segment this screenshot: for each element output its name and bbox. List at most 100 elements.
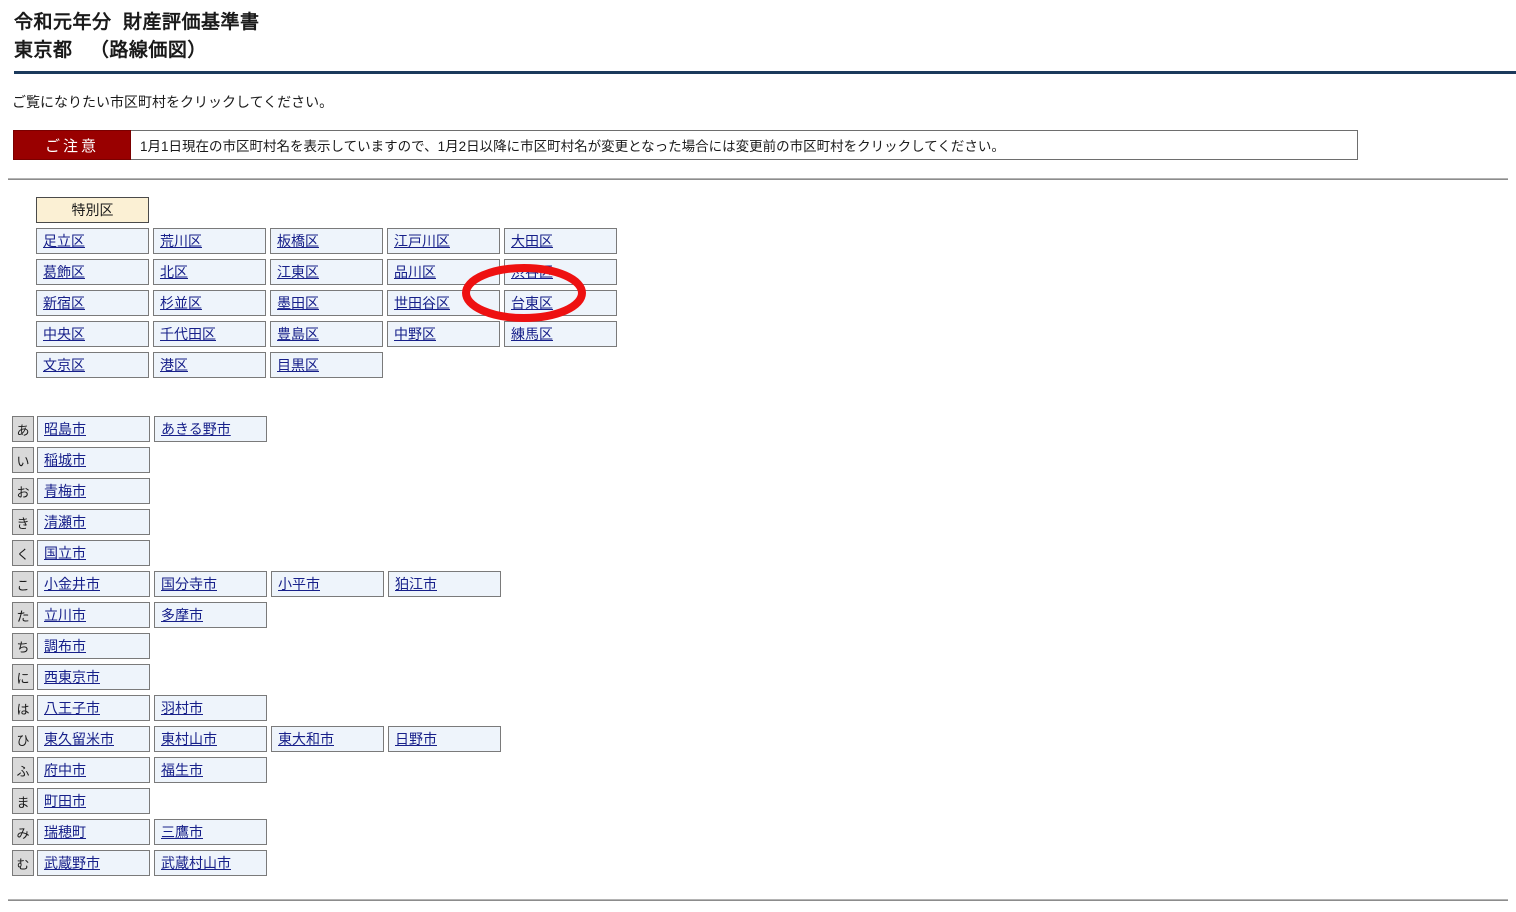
city-cell[interactable]: あきる野市 xyxy=(154,416,267,442)
ward-link-新宿区[interactable]: 新宿区 xyxy=(43,296,85,310)
city-cell[interactable]: 三鷹市 xyxy=(154,819,267,845)
city-cell[interactable]: 国立市 xyxy=(37,540,150,566)
ward-cell[interactable]: 荒川区 xyxy=(153,228,266,254)
city-cell[interactable]: 東村山市 xyxy=(154,726,267,752)
city-cell[interactable]: 東久留米市 xyxy=(37,726,150,752)
ward-cell[interactable]: 杉並区 xyxy=(153,290,266,316)
ward-link-千代田区[interactable]: 千代田区 xyxy=(160,327,216,341)
city-cell[interactable]: 稲城市 xyxy=(37,447,150,473)
ward-link-葛飾区[interactable]: 葛飾区 xyxy=(43,265,85,279)
city-link-国立市[interactable]: 国立市 xyxy=(44,546,86,560)
ward-cell[interactable]: 江戸川区 xyxy=(387,228,500,254)
city-link-東大和市[interactable]: 東大和市 xyxy=(278,732,334,746)
city-cell[interactable]: 清瀬市 xyxy=(37,509,150,535)
ward-cell[interactable]: 台東区 xyxy=(504,290,617,316)
city-cell[interactable]: 昭島市 xyxy=(37,416,150,442)
ward-link-目黒区[interactable]: 目黒区 xyxy=(277,358,319,372)
ward-link-江東区[interactable]: 江東区 xyxy=(277,265,319,279)
ward-link-渋谷区[interactable]: 渋谷区 xyxy=(511,265,553,279)
city-link-東村山市[interactable]: 東村山市 xyxy=(161,732,217,746)
city-link-立川市[interactable]: 立川市 xyxy=(44,608,86,622)
city-cell[interactable]: 町田市 xyxy=(37,788,150,814)
city-link-狛江市[interactable]: 狛江市 xyxy=(395,577,437,591)
city-link-府中市[interactable]: 府中市 xyxy=(44,763,86,777)
city-cell[interactable]: 武蔵野市 xyxy=(37,850,150,876)
city-link-武蔵野市[interactable]: 武蔵野市 xyxy=(44,856,100,870)
ward-link-江戸川区[interactable]: 江戸川区 xyxy=(394,234,450,248)
city-cell[interactable]: 府中市 xyxy=(37,757,150,783)
ward-cell[interactable]: 中央区 xyxy=(36,321,149,347)
ward-link-台東区[interactable]: 台東区 xyxy=(511,296,553,310)
city-cell[interactable]: 羽村市 xyxy=(154,695,267,721)
ward-cell[interactable]: 北区 xyxy=(153,259,266,285)
ward-cell[interactable]: 江東区 xyxy=(270,259,383,285)
ward-cell[interactable]: 墨田区 xyxy=(270,290,383,316)
city-link-あきる野市[interactable]: あきる野市 xyxy=(161,422,231,436)
city-link-調布市[interactable]: 調布市 xyxy=(44,639,86,653)
city-link-三鷹市[interactable]: 三鷹市 xyxy=(161,825,203,839)
city-cell[interactable]: 狛江市 xyxy=(388,571,501,597)
ward-link-北区[interactable]: 北区 xyxy=(160,265,188,279)
city-cell[interactable]: 青梅市 xyxy=(37,478,150,504)
city-cell[interactable]: 小平市 xyxy=(271,571,384,597)
ward-cell[interactable]: 文京区 xyxy=(36,352,149,378)
ward-cell[interactable]: 中野区 xyxy=(387,321,500,347)
city-link-清瀬市[interactable]: 清瀬市 xyxy=(44,515,86,529)
city-cell[interactable]: 八王子市 xyxy=(37,695,150,721)
ward-cell[interactable]: 大田区 xyxy=(504,228,617,254)
ward-link-中央区[interactable]: 中央区 xyxy=(43,327,85,341)
ward-link-文京区[interactable]: 文京区 xyxy=(43,358,85,372)
ward-link-中野区[interactable]: 中野区 xyxy=(394,327,436,341)
city-link-瑞穂町[interactable]: 瑞穂町 xyxy=(44,825,86,839)
city-link-小平市[interactable]: 小平市 xyxy=(278,577,320,591)
city-link-昭島市[interactable]: 昭島市 xyxy=(44,422,86,436)
city-cell[interactable]: 小金井市 xyxy=(37,571,150,597)
ward-cell[interactable]: 豊島区 xyxy=(270,321,383,347)
ward-link-墨田区[interactable]: 墨田区 xyxy=(277,296,319,310)
ward-link-品川区[interactable]: 品川区 xyxy=(394,265,436,279)
city-cell[interactable]: 国分寺市 xyxy=(154,571,267,597)
ward-cell[interactable]: 品川区 xyxy=(387,259,500,285)
ward-link-杉並区[interactable]: 杉並区 xyxy=(160,296,202,310)
city-link-福生市[interactable]: 福生市 xyxy=(161,763,203,777)
city-cell[interactable]: 瑞穂町 xyxy=(37,819,150,845)
city-cell[interactable]: 東大和市 xyxy=(271,726,384,752)
city-link-稲城市[interactable]: 稲城市 xyxy=(44,453,86,467)
ward-cell[interactable]: 板橋区 xyxy=(270,228,383,254)
city-link-武蔵村山市[interactable]: 武蔵村山市 xyxy=(161,856,231,870)
ward-link-練馬区[interactable]: 練馬区 xyxy=(511,327,553,341)
city-link-八王子市[interactable]: 八王子市 xyxy=(44,701,100,715)
city-cell[interactable]: 多摩市 xyxy=(154,602,267,628)
ward-cell[interactable]: 渋谷区 xyxy=(504,259,617,285)
ward-cell[interactable]: 足立区 xyxy=(36,228,149,254)
ward-cell[interactable]: 練馬区 xyxy=(504,321,617,347)
ward-cell[interactable]: 千代田区 xyxy=(153,321,266,347)
city-cell[interactable]: 日野市 xyxy=(388,726,501,752)
ward-link-荒川区[interactable]: 荒川区 xyxy=(160,234,202,248)
city-cell[interactable]: 福生市 xyxy=(154,757,267,783)
city-cell[interactable]: 立川市 xyxy=(37,602,150,628)
ward-cell[interactable]: 目黒区 xyxy=(270,352,383,378)
ward-cell[interactable]: 世田谷区 xyxy=(387,290,500,316)
ward-link-足立区[interactable]: 足立区 xyxy=(43,234,85,248)
ward-link-豊島区[interactable]: 豊島区 xyxy=(277,327,319,341)
ward-cell[interactable]: 新宿区 xyxy=(36,290,149,316)
city-link-町田市[interactable]: 町田市 xyxy=(44,794,86,808)
ward-link-大田区[interactable]: 大田区 xyxy=(511,234,553,248)
city-cell[interactable]: 武蔵村山市 xyxy=(154,850,267,876)
ward-link-港区[interactable]: 港区 xyxy=(160,358,188,372)
city-link-東久留米市[interactable]: 東久留米市 xyxy=(44,732,114,746)
city-link-小金井市[interactable]: 小金井市 xyxy=(44,577,100,591)
city-cell[interactable]: 西東京市 xyxy=(37,664,150,690)
ward-cell[interactable]: 葛飾区 xyxy=(36,259,149,285)
ward-link-世田谷区[interactable]: 世田谷区 xyxy=(394,296,450,310)
city-link-青梅市[interactable]: 青梅市 xyxy=(44,484,86,498)
city-link-国分寺市[interactable]: 国分寺市 xyxy=(161,577,217,591)
city-link-日野市[interactable]: 日野市 xyxy=(395,732,437,746)
ward-link-板橋区[interactable]: 板橋区 xyxy=(277,234,319,248)
city-link-西東京市[interactable]: 西東京市 xyxy=(44,670,100,684)
ward-cell[interactable]: 港区 xyxy=(153,352,266,378)
city-link-多摩市[interactable]: 多摩市 xyxy=(161,608,203,622)
city-cell[interactable]: 調布市 xyxy=(37,633,150,659)
city-link-羽村市[interactable]: 羽村市 xyxy=(161,701,203,715)
